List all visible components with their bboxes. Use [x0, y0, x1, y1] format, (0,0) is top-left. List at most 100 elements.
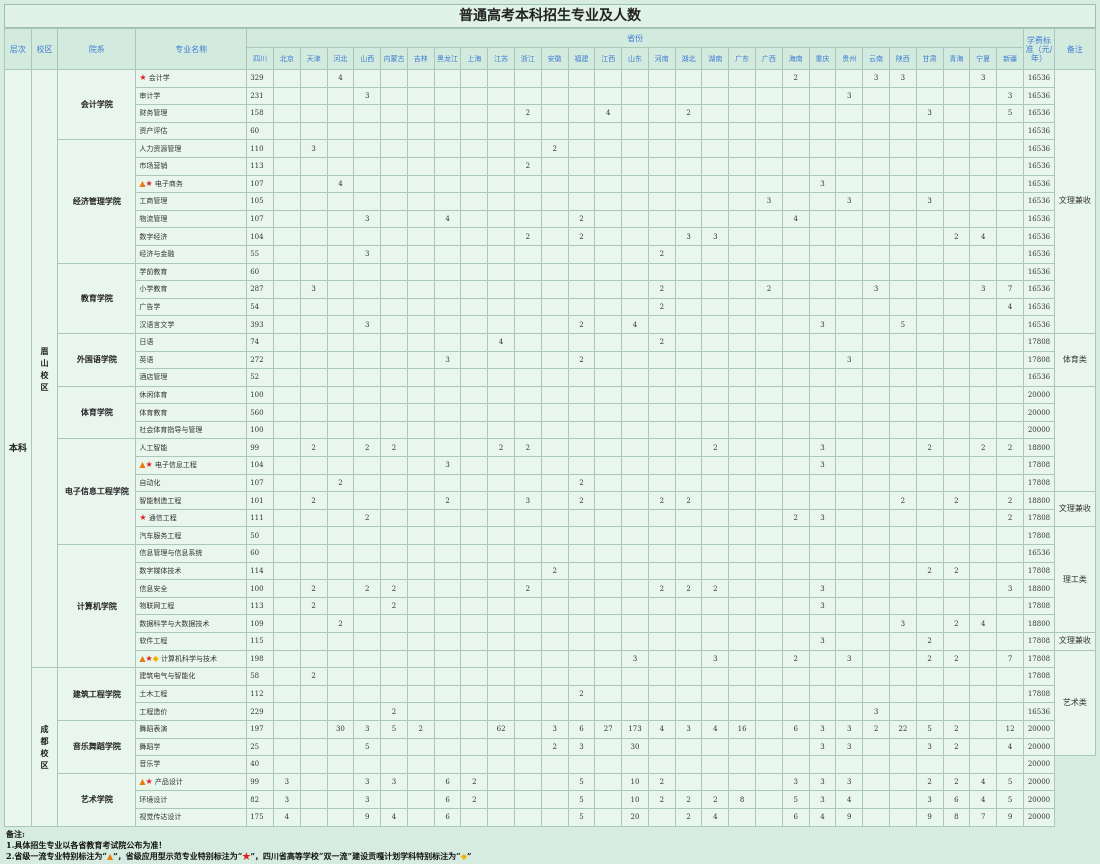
count-cell: [621, 209, 649, 229]
count-cell: [674, 526, 703, 546]
count-cell: [701, 69, 730, 88]
count-cell: 2: [996, 491, 1025, 510]
count-cell: [299, 262, 328, 282]
count-cell: [487, 139, 515, 158]
count-cell: [406, 632, 435, 651]
count-cell: [326, 596, 355, 616]
count-cell: [594, 262, 623, 282]
count-cell: [594, 807, 623, 827]
count-cell: [299, 350, 328, 370]
count-cell: 2: [942, 719, 971, 739]
header-province: 江西: [594, 47, 623, 70]
count-cell: [781, 438, 810, 458]
count-cell: [567, 614, 596, 633]
count-cell: 114: [246, 561, 274, 581]
count-cell: [835, 227, 864, 246]
count-cell: [915, 614, 944, 633]
count-cell: 173: [621, 719, 649, 739]
header-campus: 校区: [30, 28, 59, 70]
fee-cell: 17808: [1023, 684, 1055, 704]
count-cell: [272, 368, 301, 387]
count-cell: [755, 174, 783, 194]
count-cell: [701, 561, 730, 581]
count-cell: [380, 121, 408, 141]
header-province: 青海: [942, 47, 971, 70]
count-cell: [594, 350, 623, 370]
count-cell: 2: [915, 649, 944, 669]
count-cell: [406, 121, 435, 141]
count-cell: [406, 280, 435, 299]
count-cell: [862, 456, 890, 475]
count-cell: [621, 139, 649, 158]
count-cell: [915, 491, 944, 510]
count-cell: [781, 139, 810, 158]
major-name: 音乐学: [139, 760, 161, 769]
count-cell: [888, 209, 917, 229]
count-cell: [728, 702, 757, 721]
count-cell: [728, 526, 757, 546]
count-cell: [406, 702, 435, 721]
count-cell: 8: [728, 790, 757, 809]
count-cell: [353, 403, 382, 422]
count-cell: 3: [781, 772, 810, 792]
count-cell: [380, 667, 408, 686]
count-cell: [969, 368, 998, 387]
count-cell: [996, 526, 1025, 546]
count-cell: [728, 614, 757, 633]
table-row: ★ 通信工程 111 2 2 3 2 17808: [5, 508, 1096, 528]
count-cell: [514, 86, 542, 106]
count-cell: 3: [808, 438, 837, 458]
count-cell: [755, 579, 783, 598]
count-cell: [647, 121, 676, 141]
count-cell: [353, 227, 382, 246]
fee-cell: 16536: [1023, 227, 1055, 246]
count-cell: [540, 790, 569, 809]
count-cell: [567, 403, 596, 422]
count-cell: [969, 544, 998, 563]
count-cell: 3: [835, 772, 864, 792]
campus-cell: 成都校区: [30, 667, 59, 827]
count-cell: [674, 614, 703, 633]
count-cell: [781, 526, 810, 546]
count-cell: [915, 297, 944, 317]
count-cell: 100: [246, 420, 274, 440]
table-row: 外国语学院 日语 74 4 2 17808 体育类: [5, 332, 1097, 387]
count-cell: [380, 315, 408, 334]
table-row: 经济管理学院 人力资源管理 110 3 2 16536: [5, 139, 1096, 264]
count-cell: [272, 315, 301, 334]
count-cell: [299, 297, 328, 317]
count-cell: [969, 561, 998, 581]
count-cell: 2: [647, 579, 676, 598]
count-cell: [996, 262, 1025, 282]
major-name: 会计学: [148, 74, 170, 83]
count-cell: [353, 104, 382, 123]
header-fee: 学费标准（元/年）: [1023, 28, 1055, 70]
count-cell: [996, 350, 1025, 370]
count-cell: [701, 456, 730, 475]
count-cell: 2: [353, 579, 382, 598]
table-row: 电子信息工程学院 人工智能 99 2 2 2 2 2 2 3 2 2 2 18800: [5, 438, 1096, 546]
count-cell: [808, 491, 837, 510]
count-cell: 197: [246, 719, 274, 739]
count-cell: [835, 702, 864, 721]
count-cell: [915, 174, 944, 194]
count-cell: [888, 104, 917, 123]
count-cell: 3: [808, 790, 837, 809]
count-cell: [862, 209, 890, 229]
count-cell: [272, 156, 301, 176]
count-cell: [781, 227, 810, 246]
count-cell: [406, 297, 435, 317]
count-cell: [353, 473, 382, 493]
count-cell: [540, 403, 569, 422]
count-cell: [969, 174, 998, 194]
college-cell: 建筑工程学院: [57, 667, 137, 721]
count-cell: 272: [246, 350, 274, 370]
count-cell: [326, 579, 355, 598]
count-cell: [594, 244, 623, 264]
count-cell: [942, 508, 971, 528]
count-cell: [406, 772, 435, 792]
count-cell: [647, 526, 676, 546]
count-cell: [514, 772, 542, 792]
major-cell: ▲★◆ 计算机科学与技术: [135, 649, 248, 669]
count-cell: [433, 632, 462, 651]
